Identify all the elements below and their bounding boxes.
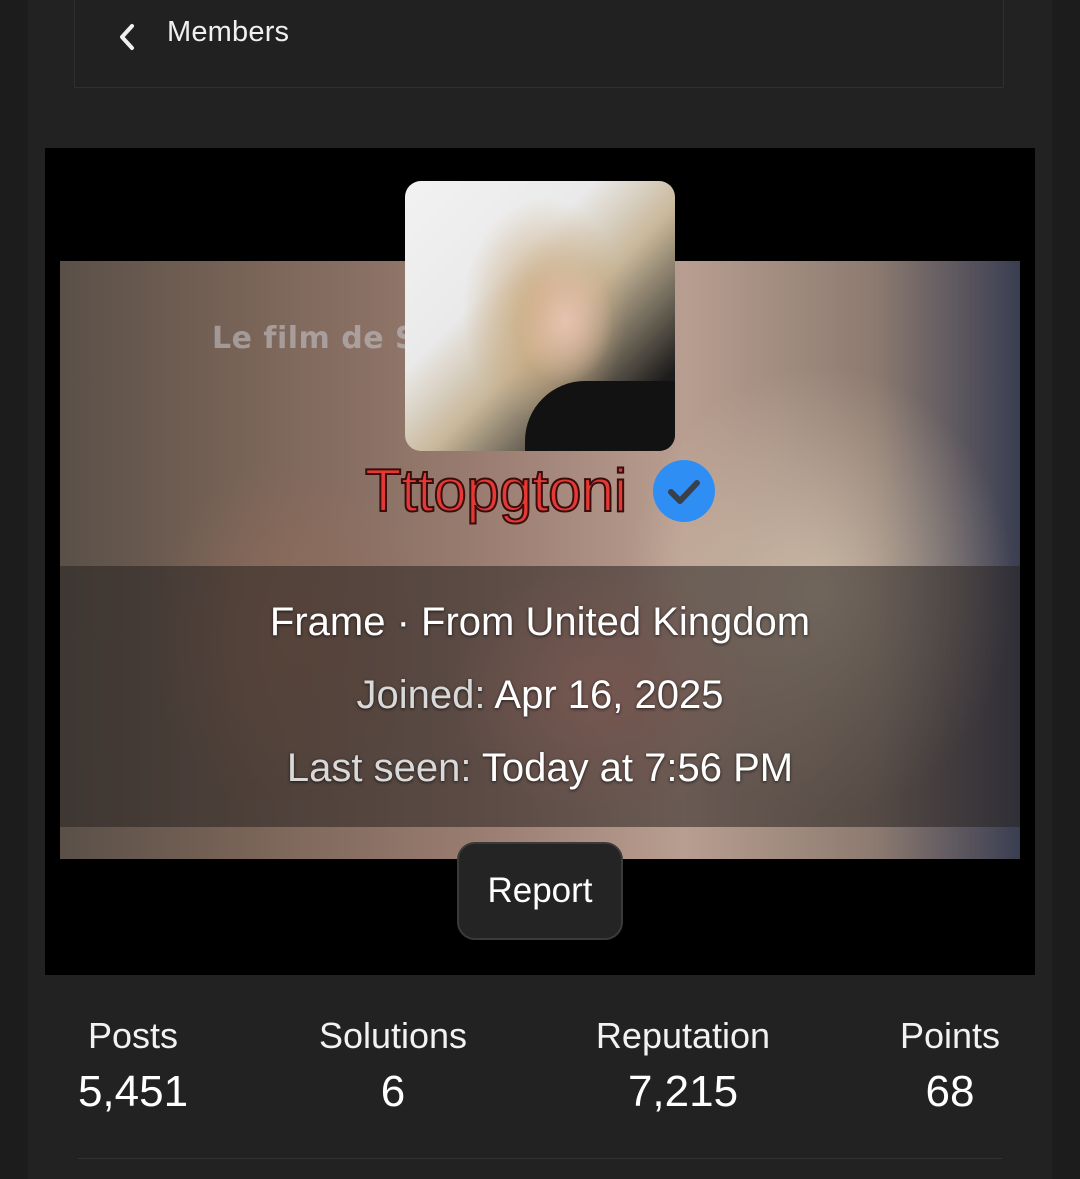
last-seen-value: Today at 7:56 PM [481,746,794,790]
members-nav-bar[interactable]: Members [74,0,1004,88]
stat-label: Reputation [595,1015,771,1056]
stat-label: Solutions [318,1015,468,1056]
last-seen-label: Last seen: [286,746,472,790]
username-row: Tttopgtoni [45,456,1035,536]
stat-value: 6 [380,1067,406,1116]
stat-solutions[interactable]: Solutions 6 [298,1010,488,1122]
avatar-shirt-shape [525,381,675,451]
chevron-left-icon[interactable] [115,20,139,54]
joined-value: Apr 16, 2025 [494,673,724,717]
verified-check-icon [653,459,716,522]
report-button[interactable]: Report [457,842,623,940]
stat-value: 7,215 [627,1067,739,1116]
banner-caption: Le film de Sa [212,321,438,356]
stat-label: Posts [87,1015,179,1056]
username[interactable]: Tttopgtoni [364,456,628,525]
nav-title-members[interactable]: Members [167,16,289,49]
profile-card: Le film de Sa Tttopgtoni Frame · From Un… [45,148,1035,975]
joined-line: Joined: Apr 16, 2025 [45,673,1035,718]
joined-label: Joined: [356,673,486,717]
last-seen-line: Last seen: Today at 7:56 PM [45,746,1035,791]
stat-value: 68 [925,1067,975,1116]
stat-label: Points [899,1015,1001,1056]
avatar[interactable] [405,181,675,451]
title-location: Frame · From United Kingdom [269,600,811,644]
stat-reputation[interactable]: Reputation 7,215 [578,1010,788,1122]
stat-points[interactable]: Points 68 [880,1010,1020,1122]
stats-divider [78,1158,1002,1159]
stat-value: 5,451 [77,1067,189,1116]
stat-posts[interactable]: Posts 5,451 [58,1010,208,1122]
